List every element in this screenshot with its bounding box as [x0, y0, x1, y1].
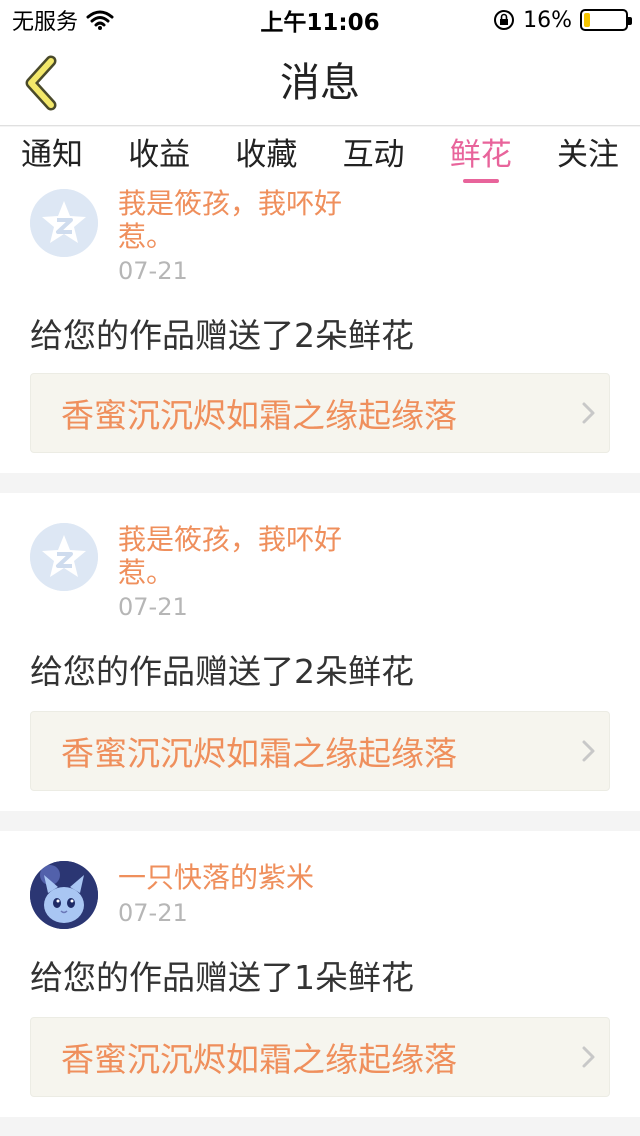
date: 07-21: [118, 257, 188, 285]
tab-interaction[interactable]: 互动: [322, 127, 426, 187]
tab-label: 收益: [128, 137, 191, 173]
date: 07-21: [118, 899, 188, 927]
default-avatar-icon[interactable]: [30, 523, 98, 591]
tab-label: 关注: [556, 137, 619, 173]
flower-feed[interactable]: 莪是筱孩，莪吥好 惹。 07-21 给您的作品赠送了2朵鲜花 香蜜沉沉烬如霜之缘…: [0, 187, 640, 1136]
tab-notice[interactable]: 通知: [0, 127, 104, 187]
status-left: 无服务: [12, 4, 114, 36]
flower-message: 给您的作品赠送了2朵鲜花: [30, 652, 414, 691]
battery-fill: [584, 13, 591, 27]
flower-message: 给您的作品赠送了1朵鲜花: [30, 958, 414, 997]
tab-earnings[interactable]: 收益: [107, 127, 211, 187]
work-title: 香蜜沉沉烬如霜之缘起缘落: [61, 734, 457, 773]
battery-icon: [580, 9, 632, 31]
work-title: 香蜜沉沉烬如霜之缘起缘落: [61, 1040, 457, 1079]
tab-label: 通知: [21, 137, 83, 173]
user-name-line: 惹。: [118, 220, 175, 253]
tab-bar: 通知 收益 收藏 互动 鲜花 关注: [0, 127, 640, 187]
user-name-line: 莪是筱孩，莪吥好: [118, 523, 343, 556]
tab-flowers[interactable]: 鲜花: [429, 127, 533, 187]
date: 07-21: [118, 593, 188, 621]
tab-label: 互动: [342, 137, 405, 173]
default-avatar-icon[interactable]: [30, 189, 98, 257]
page-title: 消息: [280, 60, 360, 106]
work-title: 香蜜沉沉烬如霜之缘起缘落: [61, 396, 457, 435]
chevron-right-icon: [569, 1017, 609, 1097]
wifi-icon: [86, 9, 114, 31]
list-item: 一只快落的紫米 07-21 给您的作品赠送了1朵鲜花 香蜜沉沉烬如霜之缘起缘落: [0, 831, 640, 1117]
list-item: 莪是筱孩，莪吥好 惹。 07-21 给您的作品赠送了2朵鲜花 香蜜沉沉烬如霜之缘…: [0, 187, 640, 473]
flower-message: 给您的作品赠送了2朵鲜花: [30, 316, 414, 355]
carrier-label: 无服务: [12, 10, 79, 35]
tab-label: 收藏: [235, 137, 298, 173]
user-name[interactable]: 莪是筱孩，莪吥好 惹。: [118, 523, 398, 589]
user-name-line: 莪是筱孩，莪吥好: [118, 187, 343, 220]
status-bar: 无服务 上午11:06 16%: [0, 0, 640, 40]
active-tab-indicator: [462, 179, 499, 183]
work-link[interactable]: 香蜜沉沉烬如霜之缘起缘落: [30, 711, 610, 791]
tab-label: 鲜花: [449, 137, 512, 173]
chevron-right-icon: [569, 373, 609, 453]
chevron-right-icon: [569, 711, 609, 791]
work-link[interactable]: 香蜜沉沉烬如霜之缘起缘落: [30, 373, 610, 453]
rotation-lock-icon: [493, 9, 515, 31]
nav-bar: 消息: [0, 40, 640, 126]
user-name[interactable]: 一只快落的紫米: [118, 861, 398, 894]
cat-avatar[interactable]: [30, 861, 98, 929]
battery-percent: 16%: [523, 7, 572, 33]
status-right: 16%: [493, 7, 632, 33]
user-name-line: 惹。: [118, 556, 175, 589]
user-name[interactable]: 莪是筱孩，莪吥好 惹。: [118, 187, 398, 253]
list-item: 莪是筱孩，莪吥好 惹。 07-21 给您的作品赠送了2朵鲜花 香蜜沉沉烬如霜之缘…: [0, 493, 640, 811]
tab-favorites[interactable]: 收藏: [214, 127, 318, 187]
work-link[interactable]: 香蜜沉沉烬如霜之缘起缘落: [30, 1017, 610, 1097]
tab-follow[interactable]: 关注: [536, 127, 640, 187]
